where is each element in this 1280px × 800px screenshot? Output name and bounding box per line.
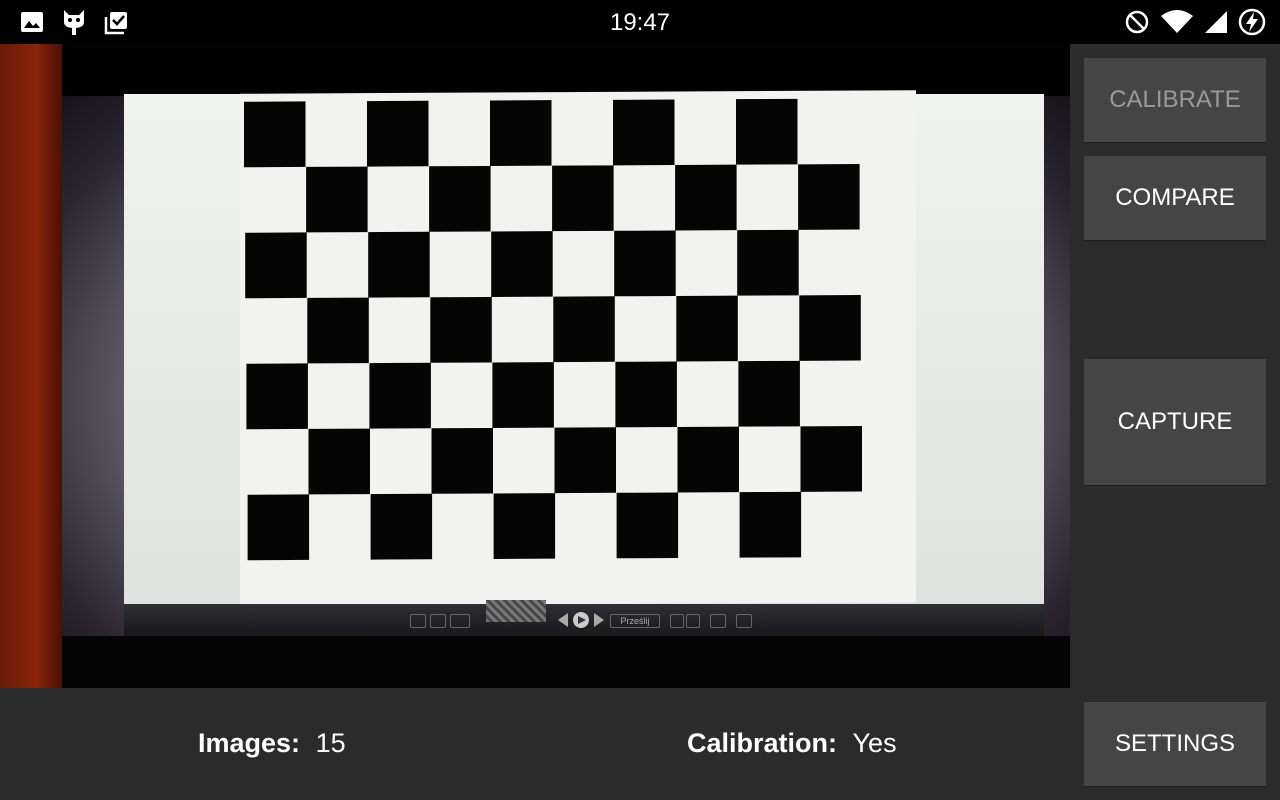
- compare-button[interactable]: COMPARE: [1084, 156, 1266, 240]
- checker-square: [430, 296, 492, 363]
- checker-square: [431, 427, 493, 494]
- images-value: 15: [315, 728, 346, 758]
- checker-square: [552, 165, 614, 232]
- monitor-bottom-bezel: [62, 636, 1070, 688]
- zoom-out-icon: [430, 614, 446, 628]
- checker-square: [491, 231, 553, 297]
- play-controls-icon: [556, 610, 606, 630]
- system-icons: [1124, 8, 1266, 41]
- checker-square: [613, 99, 675, 166]
- checker-square: [738, 360, 800, 427]
- status-bar: 19:47: [0, 0, 1280, 44]
- thumbnail-strip: [486, 600, 546, 622]
- checker-square: [614, 230, 676, 297]
- calibration-status: Calibration: Yes: [687, 728, 897, 759]
- share-button: Prześlij: [610, 614, 660, 628]
- calibration-checkerboard: [240, 90, 916, 606]
- wifi-icon: [1160, 9, 1194, 40]
- rotate-right-icon: [686, 614, 700, 628]
- menu-chevron-icon: [736, 614, 752, 628]
- clock: 19:47: [609, 9, 671, 36]
- info-bar: [0, 688, 1070, 800]
- checker-square: [553, 296, 615, 363]
- checker-square: [492, 362, 554, 428]
- checker-square: [245, 232, 307, 299]
- images-label: Images:: [198, 728, 301, 758]
- checker-square: [369, 362, 431, 429]
- rotate-left-icon: [670, 614, 684, 628]
- checker-square: [246, 363, 308, 430]
- do-not-disturb-icon: [1124, 9, 1150, 40]
- calibration-label: Calibration:: [687, 728, 838, 758]
- settings-button[interactable]: SETTINGS: [1084, 702, 1266, 786]
- calibration-value: Yes: [852, 728, 897, 758]
- checker-square: [490, 100, 552, 166]
- checker-square: [429, 165, 491, 232]
- checker-square: [247, 494, 310, 561]
- images-count: Images: 15: [198, 728, 346, 759]
- checker-square: [554, 427, 616, 494]
- checker-square: [370, 493, 433, 560]
- image-viewer-toolbar: Prześlij: [124, 600, 1044, 636]
- battery-charging-icon: [1238, 8, 1266, 41]
- checker-square: [675, 164, 737, 231]
- checker-square: [493, 493, 556, 559]
- zoom-in-icon: [410, 614, 426, 628]
- checker-square: [737, 229, 799, 296]
- checker-square: [739, 491, 802, 558]
- checker-square: [736, 98, 798, 165]
- checker-square: [676, 295, 738, 362]
- checker-square: [800, 426, 862, 492]
- monitor-top-bezel: [62, 44, 1070, 96]
- checker-square: [616, 492, 679, 559]
- checker-square: [306, 166, 368, 233]
- signal-icon: [1204, 10, 1228, 39]
- star-icon: [710, 614, 726, 628]
- checker-square: [677, 426, 739, 493]
- capture-button[interactable]: CAPTURE: [1084, 359, 1266, 485]
- checker-square: [799, 295, 861, 361]
- checker-square: [307, 297, 369, 364]
- checker-square: [244, 101, 306, 168]
- checker-square: [367, 100, 429, 167]
- camera-preview[interactable]: Prześlij: [0, 44, 1070, 688]
- checker-square: [368, 231, 430, 298]
- calibrate-button[interactable]: CALIBRATE: [1084, 58, 1266, 142]
- checker-square: [308, 428, 370, 495]
- checker-square: [615, 361, 677, 428]
- checker-square: [798, 164, 860, 230]
- actual-size-icon: [450, 614, 470, 628]
